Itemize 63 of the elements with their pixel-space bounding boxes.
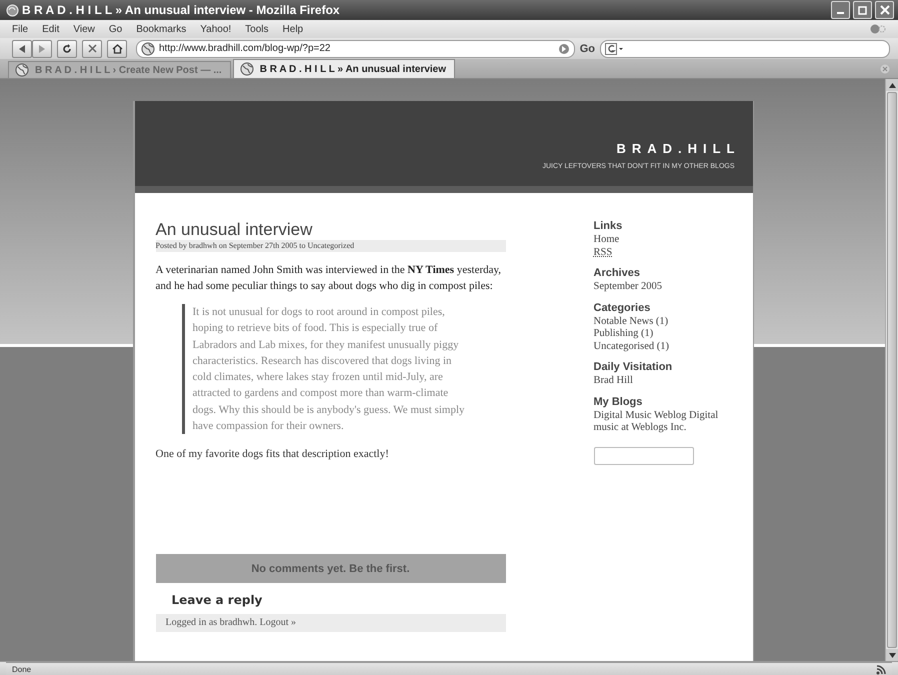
minimize-icon	[837, 12, 844, 14]
throbber-icon	[870, 22, 886, 36]
minimize-button[interactable]	[831, 1, 850, 19]
logged-in-text: Logged in as bradhwh. Logout »	[156, 614, 506, 632]
app-logo-icon	[6, 4, 19, 16]
sidebar-heading: Links	[594, 220, 624, 232]
menu-item[interactable]: Yahoo!	[200, 24, 232, 34]
scrollbar[interactable]	[885, 79, 898, 661]
sidebar-link[interactable]: September 2005	[594, 281, 734, 294]
post-paragraph: One of my favorite dogs fits that description exactly!	[156, 447, 390, 462]
sidebar-link[interactable]: Brad Hill	[594, 375, 734, 388]
comments-banner: No comments yet. Be the first.	[156, 554, 506, 584]
globe-icon	[15, 63, 29, 77]
block-quote: It is not unusual for dogs to root around in compost piles, hoping to retrieve bits of food. This is especially true of Labradors and Lab mixes, for they manifest unusually piggy characteristics. Research has discovered that dogs living in cold climates, where lakes stay frozen until mid-July, are attracted to gardens and compost more than warm-climate dogs. Why this should be is anybody's guess. We must simply have compassion for their owners.	[182, 304, 466, 434]
search-field[interactable]	[600, 40, 890, 58]
maximize-icon	[858, 5, 868, 15]
menu-item[interactable]: Bookmarks	[136, 24, 186, 34]
go-button[interactable]: Go	[580, 42, 595, 54]
post-meta: Posted by bradhwh on September 27th 2005 to Uncategorized	[156, 240, 506, 252]
menu-item[interactable]: View	[73, 24, 95, 34]
sidebar-link[interactable]: Home	[594, 234, 734, 246]
menu-item[interactable]: Help	[282, 24, 304, 34]
sidebar-heading: My Blogs	[594, 396, 644, 408]
sidebar-link[interactable]: Publishing (1)	[594, 328, 734, 340]
forward-arrow-icon	[38, 44, 46, 52]
sidebar-heading: Categories	[594, 302, 652, 314]
sidebar-heading: Archives	[594, 267, 641, 279]
status-text: Done	[12, 665, 32, 674]
sidebar-link[interactable]: Uncategorised (1)	[594, 340, 734, 353]
sidebar-link[interactable]: Digital Music Weblog Digital music at Weblogs Inc.	[594, 410, 734, 434]
home-icon	[112, 44, 122, 54]
sidebar-link[interactable]: Notable News (1)	[594, 316, 734, 328]
browser-tab[interactable]: B R A D . H I L L » An unusual interview	[232, 59, 456, 78]
forward-button[interactable]	[32, 40, 52, 58]
blog-title[interactable]: BRAD.HILL	[616, 141, 740, 156]
reload-button[interactable]	[57, 40, 77, 58]
maximize-button[interactable]	[853, 1, 872, 19]
menu-item[interactable]: Go	[108, 24, 122, 34]
down-arrow-icon[interactable]	[888, 652, 896, 658]
close-button[interactable]	[875, 1, 894, 19]
reply-heading: Leave a reply	[172, 593, 264, 608]
home-button[interactable]	[107, 40, 127, 58]
close-icon	[880, 5, 890, 15]
menu-item[interactable]: Edit	[42, 24, 60, 34]
stop-button[interactable]	[82, 40, 102, 58]
reload-icon	[62, 44, 72, 54]
window-title: B R A D . H I L L » An unusual interview - Mozilla Firefox	[22, 3, 341, 17]
back-button[interactable]	[12, 40, 32, 58]
rss-icon[interactable]	[876, 664, 886, 674]
search-field[interactable]	[594, 446, 694, 464]
back-arrow-icon	[18, 44, 26, 52]
sidebar-heading: Daily Visitation	[594, 361, 674, 373]
up-arrow-icon[interactable]	[888, 82, 896, 88]
sidebar-link[interactable]: RSS	[594, 246, 734, 259]
post-paragraph: A veterinarian named John Smith was interviewed in the NY Times yesterday, and he had some peculiar things to say about dogs who dig in compost piles:	[156, 263, 502, 294]
globe-icon	[240, 62, 254, 76]
post-title[interactable]: An unusual interview	[156, 220, 506, 240]
menu-item[interactable]: File	[12, 24, 28, 34]
globe-icon	[141, 42, 155, 56]
stop-icon	[88, 44, 96, 53]
address-field[interactable]: http://www.bradhill.com/blog-wp/?p=22	[136, 40, 575, 58]
search-engine-icon	[605, 42, 625, 54]
menu-item[interactable]: Tools	[245, 24, 269, 34]
